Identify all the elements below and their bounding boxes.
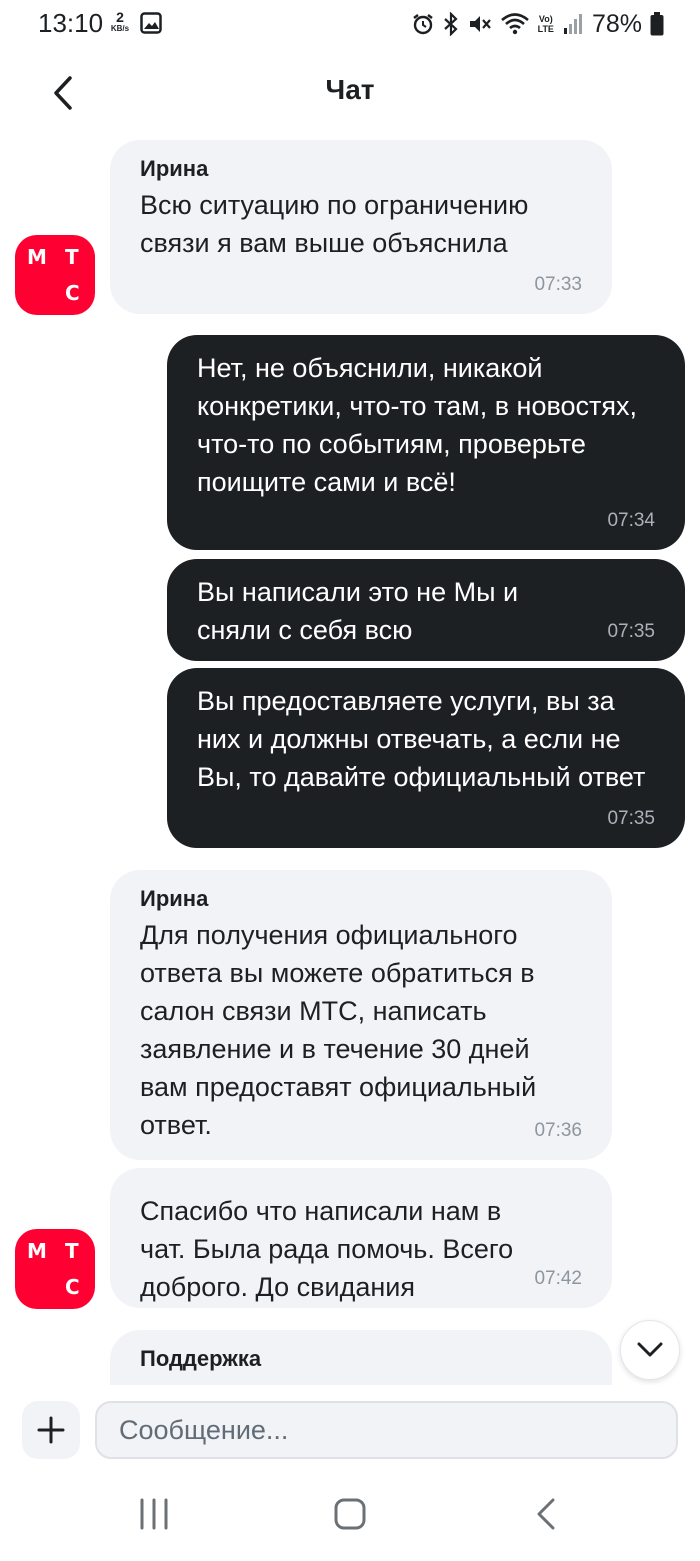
- message-time: 07:35: [607, 808, 655, 829]
- gallery-icon: [140, 12, 162, 34]
- avatar-letter: С: [65, 1275, 80, 1299]
- bluetooth-icon: [443, 12, 458, 36]
- message-bubble-incoming[interactable]: Ирина Всю ситуацию по ограничению связи …: [110, 140, 612, 314]
- message-bubble-incoming[interactable]: Спасибо что написали нам в чат. Была рад…: [110, 1168, 612, 1308]
- mts-avatar: М Т С: [15, 235, 95, 315]
- battery-percent: 78%: [591, 9, 642, 38]
- mts-avatar: М Т С: [15, 1229, 95, 1309]
- home-icon[interactable]: [333, 1497, 367, 1531]
- message-text: Для получения официального ответа вы мож…: [140, 920, 537, 1140]
- scroll-down-button[interactable]: [620, 1320, 680, 1380]
- message-time: 07:42: [534, 1268, 582, 1289]
- message-list[interactable]: М Т С Ирина Всю ситуацию по ограничению …: [0, 130, 700, 1385]
- page-title: Чат: [325, 74, 375, 105]
- message-bubble-outgoing[interactable]: Вы предоставляете услуги, вы за них и до…: [167, 668, 685, 848]
- status-bar: 13:10 2 KB/s Vo) LTE 78%: [0, 0, 700, 50]
- message-text: Всю ситуацию по ограничению связи я вам …: [140, 190, 529, 258]
- chat-header: Чат: [0, 50, 700, 130]
- avatar-letter: М: [27, 245, 47, 269]
- message-text: Вы предоставляете услуги, вы за них и до…: [197, 686, 646, 792]
- message-sender: Ирина: [140, 886, 209, 911]
- message-input[interactable]: [95, 1401, 678, 1459]
- volte-indicator: Vo) LTE: [537, 14, 554, 34]
- message-time: 07:36: [534, 1120, 582, 1141]
- plus-icon: [37, 1416, 65, 1444]
- message-bubble-outgoing[interactable]: Вы написали это не Мы и сняли с себя всю…: [167, 559, 685, 683]
- network-speed: 2 KB/s: [108, 10, 132, 34]
- message-sender: Поддержка: [140, 1346, 262, 1371]
- avatar-letter: М: [27, 1239, 47, 1263]
- message-text: Нет, не объяснили, никакой конкретики, ч…: [197, 353, 638, 497]
- message-time: 07:34: [607, 510, 655, 531]
- add-attachment-button[interactable]: [22, 1401, 80, 1459]
- mute-icon: [469, 16, 491, 32]
- wifi-icon: [500, 13, 529, 35]
- message-bubble-incoming[interactable]: Поддержка: [110, 1330, 612, 1385]
- message-time: 07:33: [534, 274, 582, 295]
- system-nav-bar: [0, 1475, 700, 1561]
- alarm-icon: [412, 14, 433, 35]
- message-bubble-outgoing[interactable]: Нет, не объяснили, никакой конкретики, ч…: [167, 335, 685, 550]
- network-speed-unit: KB/s: [110, 24, 130, 33]
- avatar-letter: Т: [65, 245, 79, 269]
- battery-icon: [650, 12, 664, 36]
- message-time: 07:35: [607, 621, 655, 642]
- status-time: 13:10: [38, 8, 104, 38]
- network-speed-value: 2: [116, 9, 124, 25]
- status-icons: Vo) LTE 78%: [412, 8, 664, 40]
- signal-icon: [563, 14, 582, 34]
- back-icon[interactable]: [534, 1497, 558, 1531]
- message-composer: [0, 1385, 700, 1475]
- recents-icon[interactable]: [138, 1497, 170, 1531]
- avatar-letter: С: [65, 281, 80, 305]
- avatar-letter: Т: [65, 1239, 79, 1263]
- message-text: Спасибо что написали нам в чат. Была рад…: [140, 1196, 514, 1302]
- message-sender: Ирина: [140, 156, 209, 181]
- chevron-down-icon: [637, 1342, 663, 1357]
- message-bubble-incoming[interactable]: Ирина Для получения официального ответа …: [110, 870, 612, 1160]
